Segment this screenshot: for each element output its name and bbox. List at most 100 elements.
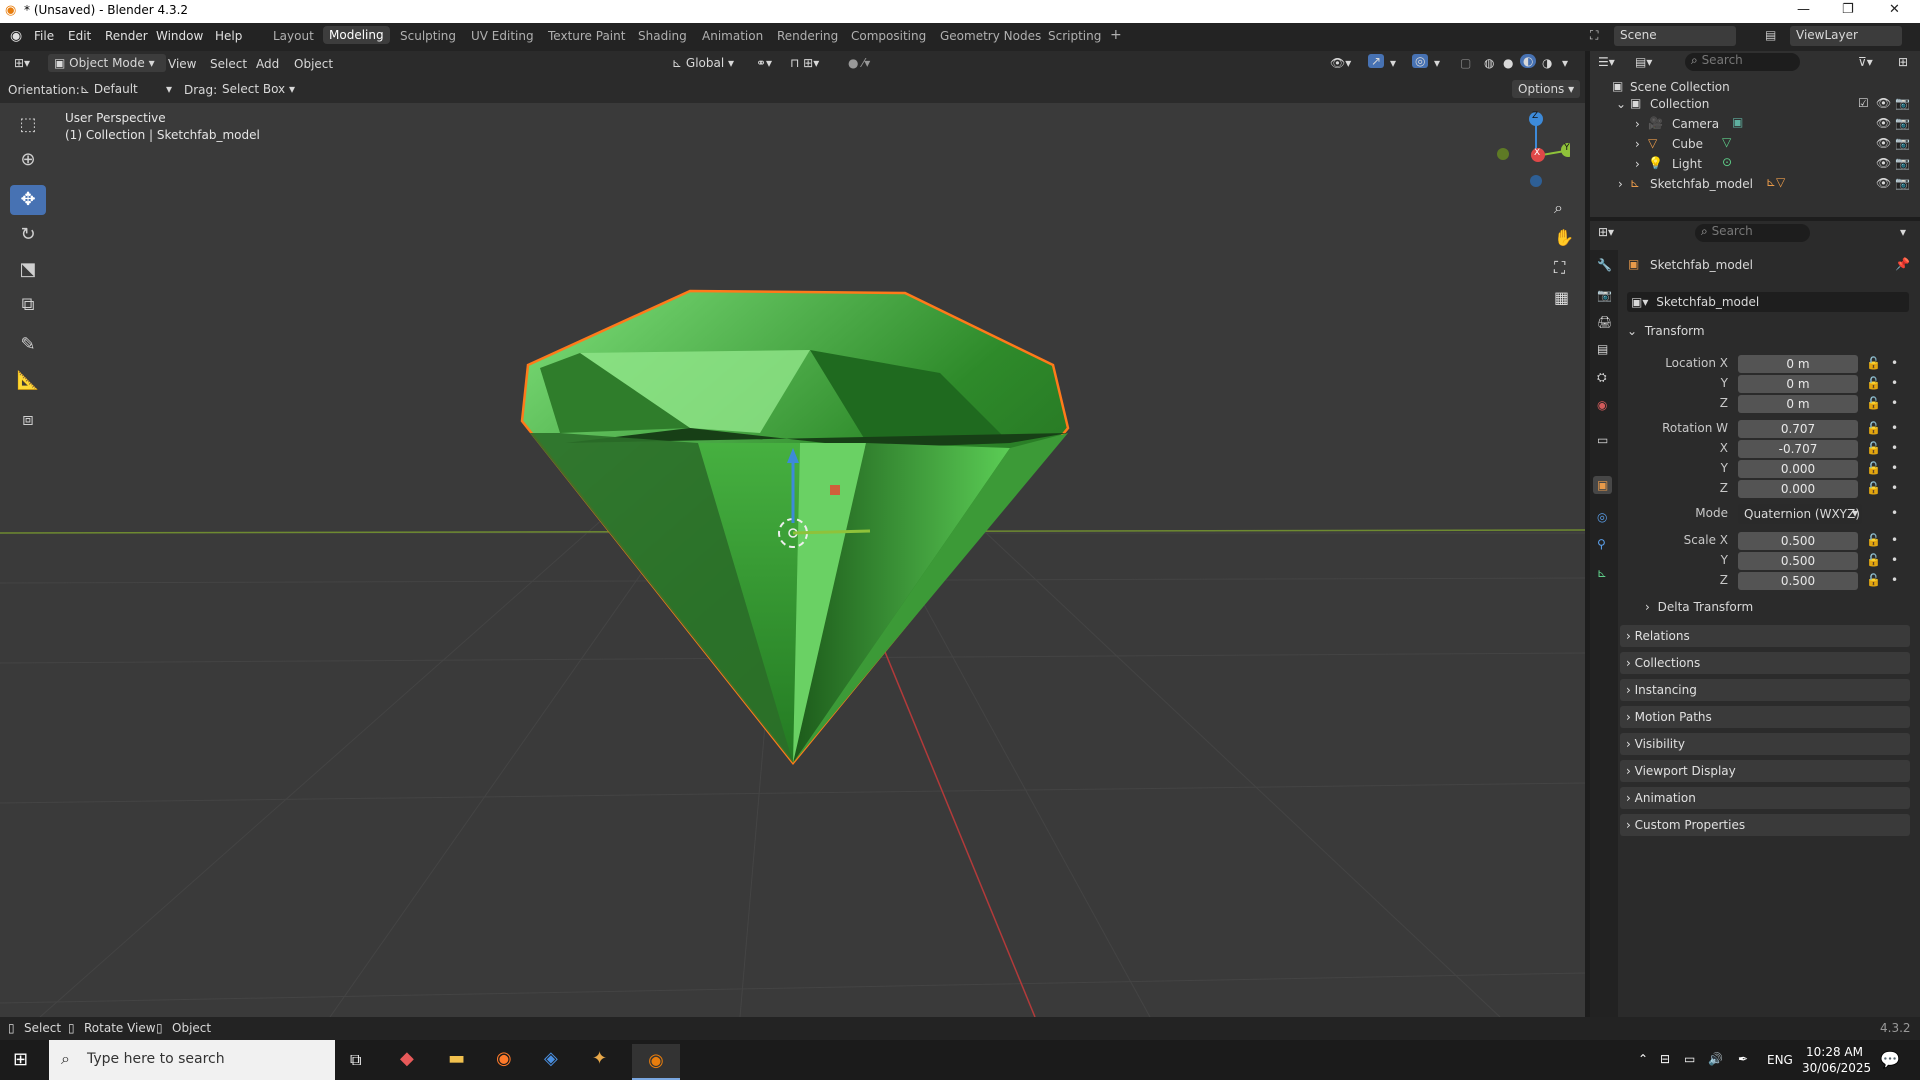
snap-icon[interactable]: ⊓ ⊞▾ <box>790 56 819 70</box>
scale-z-field[interactable]: 0.500 <box>1738 572 1858 590</box>
rotation-x-field[interactable]: -0.707 <box>1738 440 1858 458</box>
options-button[interactable]: Options ▾ <box>1512 80 1581 98</box>
tab-modeling[interactable]: Modeling <box>323 26 390 44</box>
taskbar-search-input[interactable]: ⌕ Type here to search <box>49 1040 335 1080</box>
rotate-tool-icon[interactable]: ↻ <box>10 220 46 250</box>
lock-icon[interactable]: 🔓 <box>1866 481 1881 495</box>
outliner-editor-icon[interactable]: ☰▾ <box>1598 55 1615 69</box>
tab-animation[interactable]: Animation <box>702 29 763 43</box>
clock-date[interactable]: 30/06/2025 <box>1802 1061 1871 1075</box>
measure-tool-icon[interactable]: 📐 <box>10 366 46 396</box>
drag-selector[interactable]: Select Box ▾ <box>222 82 302 96</box>
shading-material-icon[interactable]: ◐ <box>1520 54 1537 68</box>
animation-panel[interactable]: › Animation <box>1620 787 1910 809</box>
location-y-field[interactable]: 0 m <box>1738 375 1858 393</box>
keyframe-dot-icon[interactable]: • <box>1891 506 1898 520</box>
network-icon[interactable]: ▭ <box>1684 1052 1695 1066</box>
menu-help[interactable]: Help <box>215 29 242 43</box>
menu-object[interactable]: Object <box>294 57 333 71</box>
filter-icon[interactable]: ⊽▾ <box>1858 55 1873 69</box>
visibility-icon[interactable]: 👁▾ <box>1330 56 1351 70</box>
close-icon[interactable]: ✕ <box>1889 2 1900 17</box>
xray-icon[interactable]: ▢ <box>1460 56 1471 70</box>
keyframe-dot-icon[interactable]: • <box>1891 376 1898 390</box>
outliner-item-cube[interactable]: Cube <box>1672 137 1703 151</box>
properties-search-input[interactable]: ⌕ Search <box>1695 224 1810 242</box>
add-workspace-icon[interactable]: + <box>1110 27 1122 43</box>
pin-icon[interactable]: 📌 <box>1895 257 1910 271</box>
keyframe-dot-icon[interactable]: • <box>1891 356 1898 370</box>
transform-tool-icon[interactable]: ⧉ <box>10 290 46 320</box>
outliner-search-input[interactable]: ⌕ Search <box>1685 53 1800 71</box>
render-camera-icon[interactable]: 📷 <box>1895 156 1910 170</box>
expand-cube-icon[interactable]: › <box>1635 137 1640 151</box>
keyframe-dot-icon[interactable]: • <box>1891 421 1898 435</box>
scene-selector[interactable]: Scene <box>1614 26 1736 46</box>
rotation-mode-dropdown[interactable]: Quaternion (WXYZ) ▾ <box>1738 504 1862 524</box>
expand-model-icon[interactable]: › <box>1618 177 1623 191</box>
mode-selector[interactable]: ▣ Object Mode ▾ <box>48 54 166 72</box>
file-explorer-icon[interactable]: ▬ <box>448 1048 465 1069</box>
language-indicator[interactable]: ENG <box>1767 1053 1793 1067</box>
proportional-edit-icon[interactable]: ● ⁄▾ <box>848 56 870 70</box>
location-z-field[interactable]: 0 m <box>1738 395 1858 413</box>
lock-icon[interactable]: 🔓 <box>1866 376 1881 390</box>
properties-editor-icon[interactable]: ⊞▾ <box>1598 225 1614 239</box>
collection-tab-icon[interactable]: ▭ <box>1597 433 1608 447</box>
minimize-icon[interactable]: — <box>1797 2 1810 17</box>
scene-collection-label[interactable]: Scene Collection <box>1630 80 1730 94</box>
collection-label[interactable]: Collection <box>1650 97 1709 111</box>
lock-icon[interactable]: 🔓 <box>1866 573 1881 587</box>
expand-collection-icon[interactable]: ⌄ <box>1616 97 1626 111</box>
scale-tool-icon[interactable]: ⬔ <box>10 255 46 285</box>
windows-start-icon[interactable]: ⊞ <box>13 1049 28 1070</box>
scale-y-field[interactable]: 0.500 <box>1738 552 1858 570</box>
visibility-eye-icon[interactable]: 👁 <box>1876 116 1891 130</box>
app-icon-2[interactable]: ◈ <box>544 1048 558 1069</box>
render-camera-icon[interactable]: 📷 <box>1895 116 1910 130</box>
lock-icon[interactable]: 🔓 <box>1866 553 1881 567</box>
visibility-eye-icon[interactable]: 👁 <box>1876 96 1891 110</box>
gizmo-dropdown-icon[interactable]: ▾ <box>1390 56 1396 70</box>
collections-panel[interactable]: › Collections <box>1620 652 1910 674</box>
shading-solid-icon[interactable]: ● <box>1503 56 1513 70</box>
editor-type-icon[interactable]: ⊞▾ <box>14 56 30 70</box>
keyframe-dot-icon[interactable]: • <box>1891 573 1898 587</box>
scene-tab-icon[interactable]: ⛭ <box>1597 370 1607 385</box>
lock-icon[interactable]: 🔓 <box>1866 356 1881 370</box>
task-view-icon[interactable]: ⧉ <box>350 1050 361 1070</box>
restore-icon[interactable]: ❐ <box>1842 2 1854 17</box>
tab-sculpting[interactable]: Sculpting <box>400 29 456 43</box>
output-tab-icon[interactable]: 🖨 <box>1597 315 1612 329</box>
3d-viewport[interactable]: User Perspective (1) Collection | Sketch… <box>0 103 1585 1017</box>
menu-select[interactable]: Select <box>210 57 247 71</box>
properties-options-icon[interactable]: ▾ <box>1900 225 1906 239</box>
scale-x-field[interactable]: 0.500 <box>1738 532 1858 550</box>
visibility-panel[interactable]: › Visibility <box>1620 733 1910 755</box>
tab-rendering[interactable]: Rendering <box>777 29 838 43</box>
view-layer-selector[interactable]: ViewLayer <box>1790 26 1902 46</box>
physics-tab-icon[interactable]: ◎ <box>1597 510 1607 524</box>
gizmo-toggle-icon[interactable]: ↗ <box>1368 54 1385 68</box>
keyframe-dot-icon[interactable]: • <box>1891 553 1898 567</box>
navigation-gizmo[interactable]: Z Y X <box>1490 108 1575 188</box>
menu-add[interactable]: Add <box>256 57 279 71</box>
render-camera-icon[interactable]: 📷 <box>1895 136 1910 150</box>
keyframe-dot-icon[interactable]: • <box>1891 533 1898 547</box>
shading-dropdown-icon[interactable]: ▾ <box>1562 56 1568 70</box>
lock-icon[interactable]: 🔓 <box>1866 421 1881 435</box>
constraints-tab-icon[interactable]: ⚲ <box>1597 537 1606 551</box>
keyframe-dot-icon[interactable]: • <box>1891 441 1898 455</box>
zoom-icon[interactable]: ⌕ <box>1554 198 1563 218</box>
new-collection-icon[interactable]: ⊞ <box>1898 55 1908 69</box>
tab-texture-paint[interactable]: Texture Paint <box>548 29 625 43</box>
transform-orientation-selector[interactable]: ⊾ Global ▾ <box>672 56 734 70</box>
pen-icon[interactable]: ✒ <box>1738 1052 1748 1066</box>
tab-layout[interactable]: Layout <box>273 29 314 43</box>
move-tool-icon[interactable]: ✥ <box>10 185 46 215</box>
annotate-tool-icon[interactable]: ✎ <box>10 330 46 360</box>
menu-view[interactable]: View <box>168 57 196 71</box>
cursor-tool-icon[interactable]: ⊕ <box>10 145 46 175</box>
camera-view-icon[interactable]: ⛶ <box>1554 258 1565 278</box>
rotation-z-field[interactable]: 0.000 <box>1738 480 1858 498</box>
